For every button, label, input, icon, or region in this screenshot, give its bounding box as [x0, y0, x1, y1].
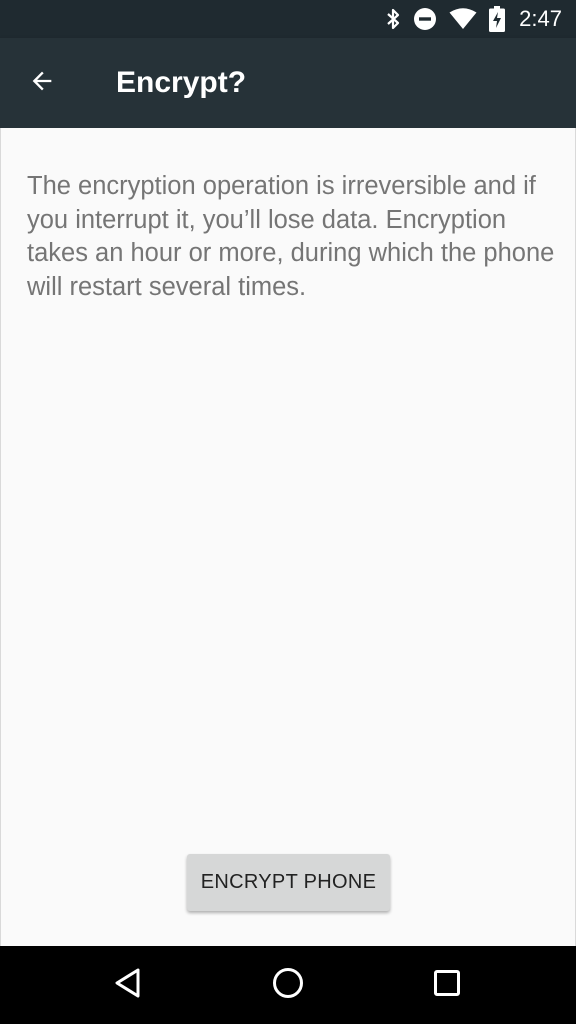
nav-recents-button[interactable]	[422, 960, 472, 1010]
encrypt-phone-button[interactable]: ENCRYPT PHONE	[187, 854, 390, 911]
arrow-back-icon	[28, 67, 56, 100]
recents-square-icon	[433, 969, 461, 1002]
do-not-disturb-icon	[413, 7, 437, 31]
navigation-bar	[0, 946, 576, 1024]
app-bar: Encrypt?	[0, 38, 576, 128]
battery-charging-icon	[489, 6, 506, 32]
content-area: The encryption operation is irreversible…	[0, 128, 576, 946]
encryption-description: The encryption operation is irreversible…	[27, 172, 555, 302]
status-time: 2:47	[519, 6, 562, 31]
bluetooth-icon	[385, 7, 401, 31]
home-circle-icon	[272, 967, 304, 1004]
screen: 2:47 Encrypt? The encryption operation i…	[0, 0, 576, 1024]
back-triangle-icon	[113, 967, 143, 1004]
page-title: Encrypt?	[116, 66, 247, 99]
status-icons: 2:47	[385, 0, 562, 38]
back-button[interactable]	[18, 59, 66, 107]
nav-home-button[interactable]	[263, 960, 313, 1010]
status-bar: 2:47	[0, 0, 576, 38]
wifi-icon	[449, 8, 477, 30]
nav-back-button[interactable]	[103, 960, 153, 1010]
